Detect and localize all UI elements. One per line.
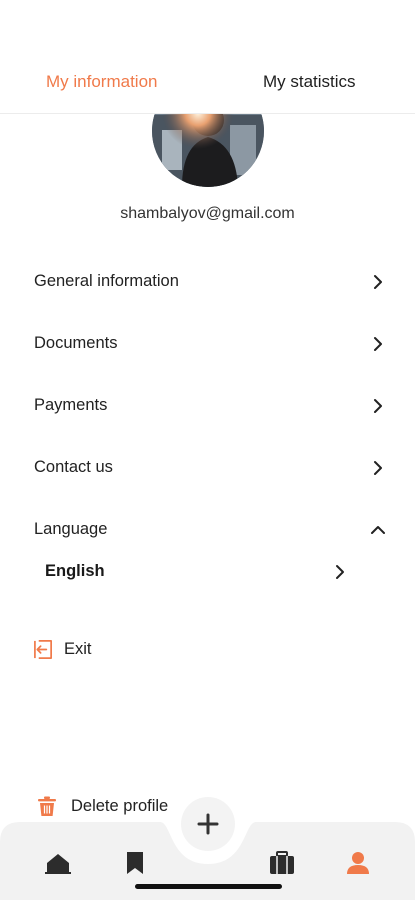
menu-item-general-information[interactable]: General information bbox=[0, 262, 415, 302]
bookmark-icon[interactable] bbox=[122, 851, 148, 875]
home-icon[interactable] bbox=[45, 851, 71, 875]
menu-item-payments[interactable]: Payments bbox=[0, 386, 415, 426]
chevron-right-icon bbox=[374, 399, 382, 413]
exit-label: Exit bbox=[64, 640, 92, 658]
chevron-right-icon bbox=[374, 275, 382, 289]
plus-icon bbox=[197, 813, 219, 835]
profile-icon[interactable] bbox=[345, 851, 371, 875]
language-option-english[interactable]: English bbox=[45, 562, 105, 581]
tab-my-statistics[interactable]: My statistics bbox=[263, 72, 356, 92]
briefcase-icon[interactable] bbox=[269, 851, 295, 875]
menu-item-label: Documents bbox=[34, 334, 118, 352]
add-button[interactable] bbox=[181, 797, 235, 851]
menu-item-language[interactable]: Language bbox=[0, 510, 415, 550]
menu-item-documents[interactable]: Documents bbox=[0, 324, 415, 364]
menu-item-label: Payments bbox=[34, 396, 108, 414]
profile-email: shambalyov@gmail.com bbox=[120, 205, 295, 222]
home-indicator bbox=[135, 884, 282, 889]
chevron-right-icon bbox=[374, 337, 382, 351]
menu-item-label: General information bbox=[34, 272, 179, 290]
language-label: Language bbox=[34, 520, 108, 538]
chevron-right-icon bbox=[374, 461, 382, 475]
tab-my-information[interactable]: My information bbox=[46, 72, 157, 92]
chevron-up-icon bbox=[371, 526, 385, 534]
menu-item-label: Contact us bbox=[34, 458, 113, 476]
menu-item-contact-us[interactable]: Contact us bbox=[0, 448, 415, 488]
chevron-right-icon[interactable] bbox=[332, 564, 348, 580]
delete-profile-label: Delete profile bbox=[71, 797, 169, 815]
exit-icon bbox=[34, 640, 52, 659]
trash-icon bbox=[38, 796, 56, 816]
profile-tabs: My information My statistics bbox=[0, 58, 415, 114]
